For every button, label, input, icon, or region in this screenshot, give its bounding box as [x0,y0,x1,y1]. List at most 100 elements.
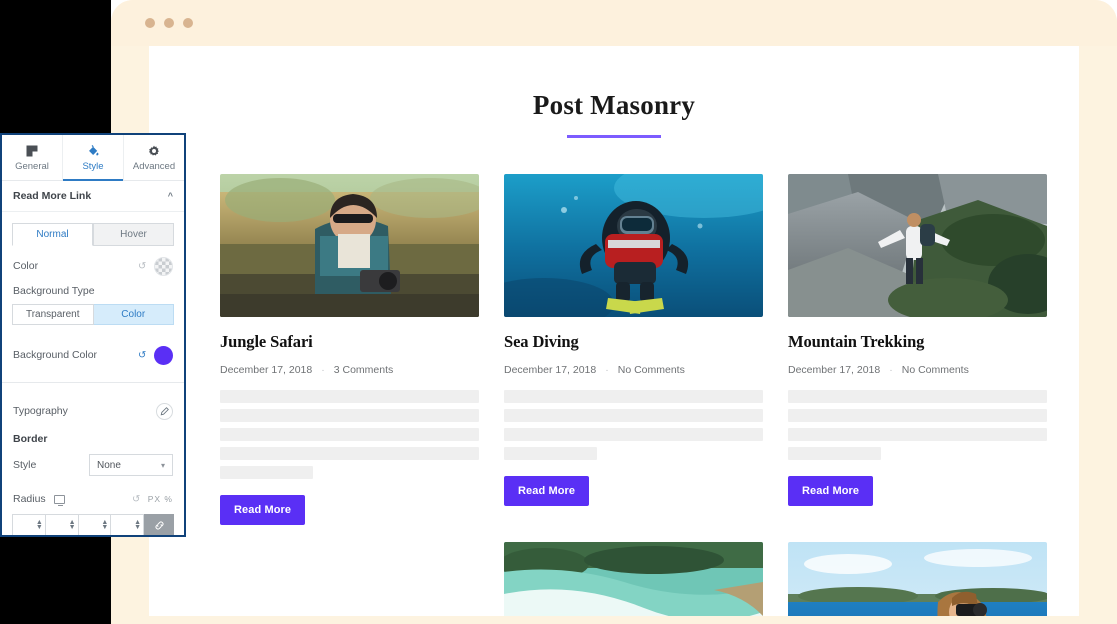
paint-bucket-icon [87,144,100,158]
post-title[interactable]: Jungle Safari [220,332,479,352]
page-viewport: Post Masonry Jungle Safari December 17, … [149,46,1079,616]
stepper-icon[interactable]: ▲ ▼ [69,519,76,531]
border-style-select[interactable]: None ▾ [89,454,173,476]
reset-icon[interactable]: ↻ [138,350,146,361]
screenshot-root: Post Masonry Jungle Safari December 17, … [0,0,1117,624]
masonry-column-2: Sea Diving December 17, 2018 · No Commen… [504,174,763,616]
pencil-icon[interactable] [156,402,173,420]
reset-icon[interactable]: ↻ [138,261,146,272]
color-swatch-transparent[interactable] [154,256,173,276]
post-card[interactable]: Mountain Trekking December 17, 2018 · No… [788,174,1047,506]
title-underline [567,135,661,138]
post-thumbnail-rafting[interactable] [504,542,763,616]
divider [2,382,184,383]
skeleton-line [788,447,882,460]
tab-advanced-label: Advanced [132,160,176,172]
radius-label-group: Radius [13,493,65,506]
post-title[interactable]: Sea Diving [504,332,763,352]
radius-input-right[interactable]: ▲ ▼ [45,514,79,535]
section-header-read-more-link[interactable]: Read More Link ^ [2,181,184,212]
bg-type-color[interactable]: Color [93,304,174,325]
skeleton-line [220,447,479,460]
browser-mockup: Post Masonry Jungle Safari December 17, … [111,0,1117,624]
chevron-down-icon: ▾ [160,460,165,470]
radius-input-bottom[interactable]: ▲ ▼ [78,514,112,535]
background-color-label: Background Color [13,349,98,361]
stepper-icon[interactable]: ▲ ▼ [36,519,43,531]
border-style-value: None [97,459,121,471]
post-title[interactable]: Mountain Trekking [788,332,1047,352]
tab-general-label: General [15,160,49,172]
read-more-button[interactable]: Read More [220,495,306,525]
window-dot-close[interactable] [145,18,155,28]
post-comments[interactable]: No Comments [902,364,969,376]
control-border-heading: Border [2,429,184,449]
radius-label: Radius [13,493,46,505]
post-card[interactable]: Jungle Safari December 17, 2018 · 3 Comm… [220,174,479,525]
control-border-style: Style None ▾ [2,451,184,479]
tab-normal[interactable]: Normal [12,223,93,246]
skeleton-line [504,409,763,422]
radius-inputs: ▲ ▼ ▲ ▼ ▲ ▼ ▲ ▼ [12,514,174,535]
control-radius-header: Radius ↻ PX % [2,489,184,509]
post-comments[interactable]: No Comments [618,364,685,376]
meta-separator: · [889,364,893,376]
skeleton-line [788,428,1047,441]
border-style-label: Style [13,459,37,471]
editor-backdrop-bottom [0,537,111,624]
meta-separator: · [605,364,609,376]
post-thumbnail-mountain-trekking[interactable] [788,174,1047,317]
elementor-style-panel: General Style Advanced Read More Link ^ … [0,133,186,537]
window-dot-maximize[interactable] [183,18,193,28]
panel-tabs: General Style Advanced [2,135,184,181]
post-date: December 17, 2018 [788,364,881,376]
post-excerpt-skeleton [220,390,479,479]
stepper-icon[interactable]: ▲ ▼ [101,519,108,531]
editor-backdrop-top [0,0,111,133]
desktop-icon[interactable] [53,494,65,506]
page-title: Post Masonry [532,90,696,120]
post-thumbnail-jungle-safari[interactable] [220,174,479,317]
radius-input-left[interactable]: ▲ ▼ [111,514,144,535]
post-thumbnail-boat-photographer[interactable] [788,542,1047,616]
section-title: Read More Link [13,190,92,202]
radius-input-top[interactable]: ▲ ▼ [12,514,46,535]
typography-label: Typography [13,405,68,417]
browser-titlebar [111,0,1117,46]
link-icon[interactable] [144,514,174,535]
masonry-column-1: Jungle Safari December 17, 2018 · 3 Comm… [220,174,479,525]
stepper-icon[interactable]: ▲ ▼ [134,519,141,531]
post-excerpt-skeleton [788,390,1047,460]
bg-type-transparent[interactable]: Transparent [12,304,94,325]
window-dot-minimize[interactable] [164,18,174,28]
control-color: Color ↻ [2,252,184,280]
radius-units[interactable]: PX % [148,494,173,504]
skeleton-line [504,447,598,460]
skeleton-line [788,390,1047,403]
skeleton-line [504,390,763,403]
reset-icon[interactable]: ↻ [132,494,140,505]
post-card[interactable]: Sea Diving December 17, 2018 · No Commen… [504,174,763,506]
skeleton-line [220,428,479,441]
tab-style[interactable]: Style [63,135,124,181]
post-card[interactable] [788,542,1047,616]
post-date: December 17, 2018 [220,364,313,376]
post-thumbnail-sea-diving[interactable] [504,174,763,317]
post-date: December 17, 2018 [504,364,597,376]
control-background-color: Background Color ↻ [2,341,184,369]
background-color-swatch[interactable] [154,345,173,365]
tab-general[interactable]: General [2,135,63,180]
control-typography: Typography [2,397,184,425]
read-more-button[interactable]: Read More [788,476,874,506]
post-comments[interactable]: 3 Comments [334,364,394,376]
layout-icon [26,144,38,158]
post-card[interactable] [504,542,763,616]
read-more-button[interactable]: Read More [504,476,590,506]
tab-advanced[interactable]: Advanced [124,135,184,180]
post-masonry-grid: Jungle Safari December 17, 2018 · 3 Comm… [149,174,1079,616]
tab-hover[interactable]: Hover [93,223,174,245]
background-type-label: Background Type [13,285,95,297]
skeleton-line [788,409,1047,422]
skeleton-line [220,409,479,422]
chevron-up-icon[interactable]: ^ [168,191,173,201]
